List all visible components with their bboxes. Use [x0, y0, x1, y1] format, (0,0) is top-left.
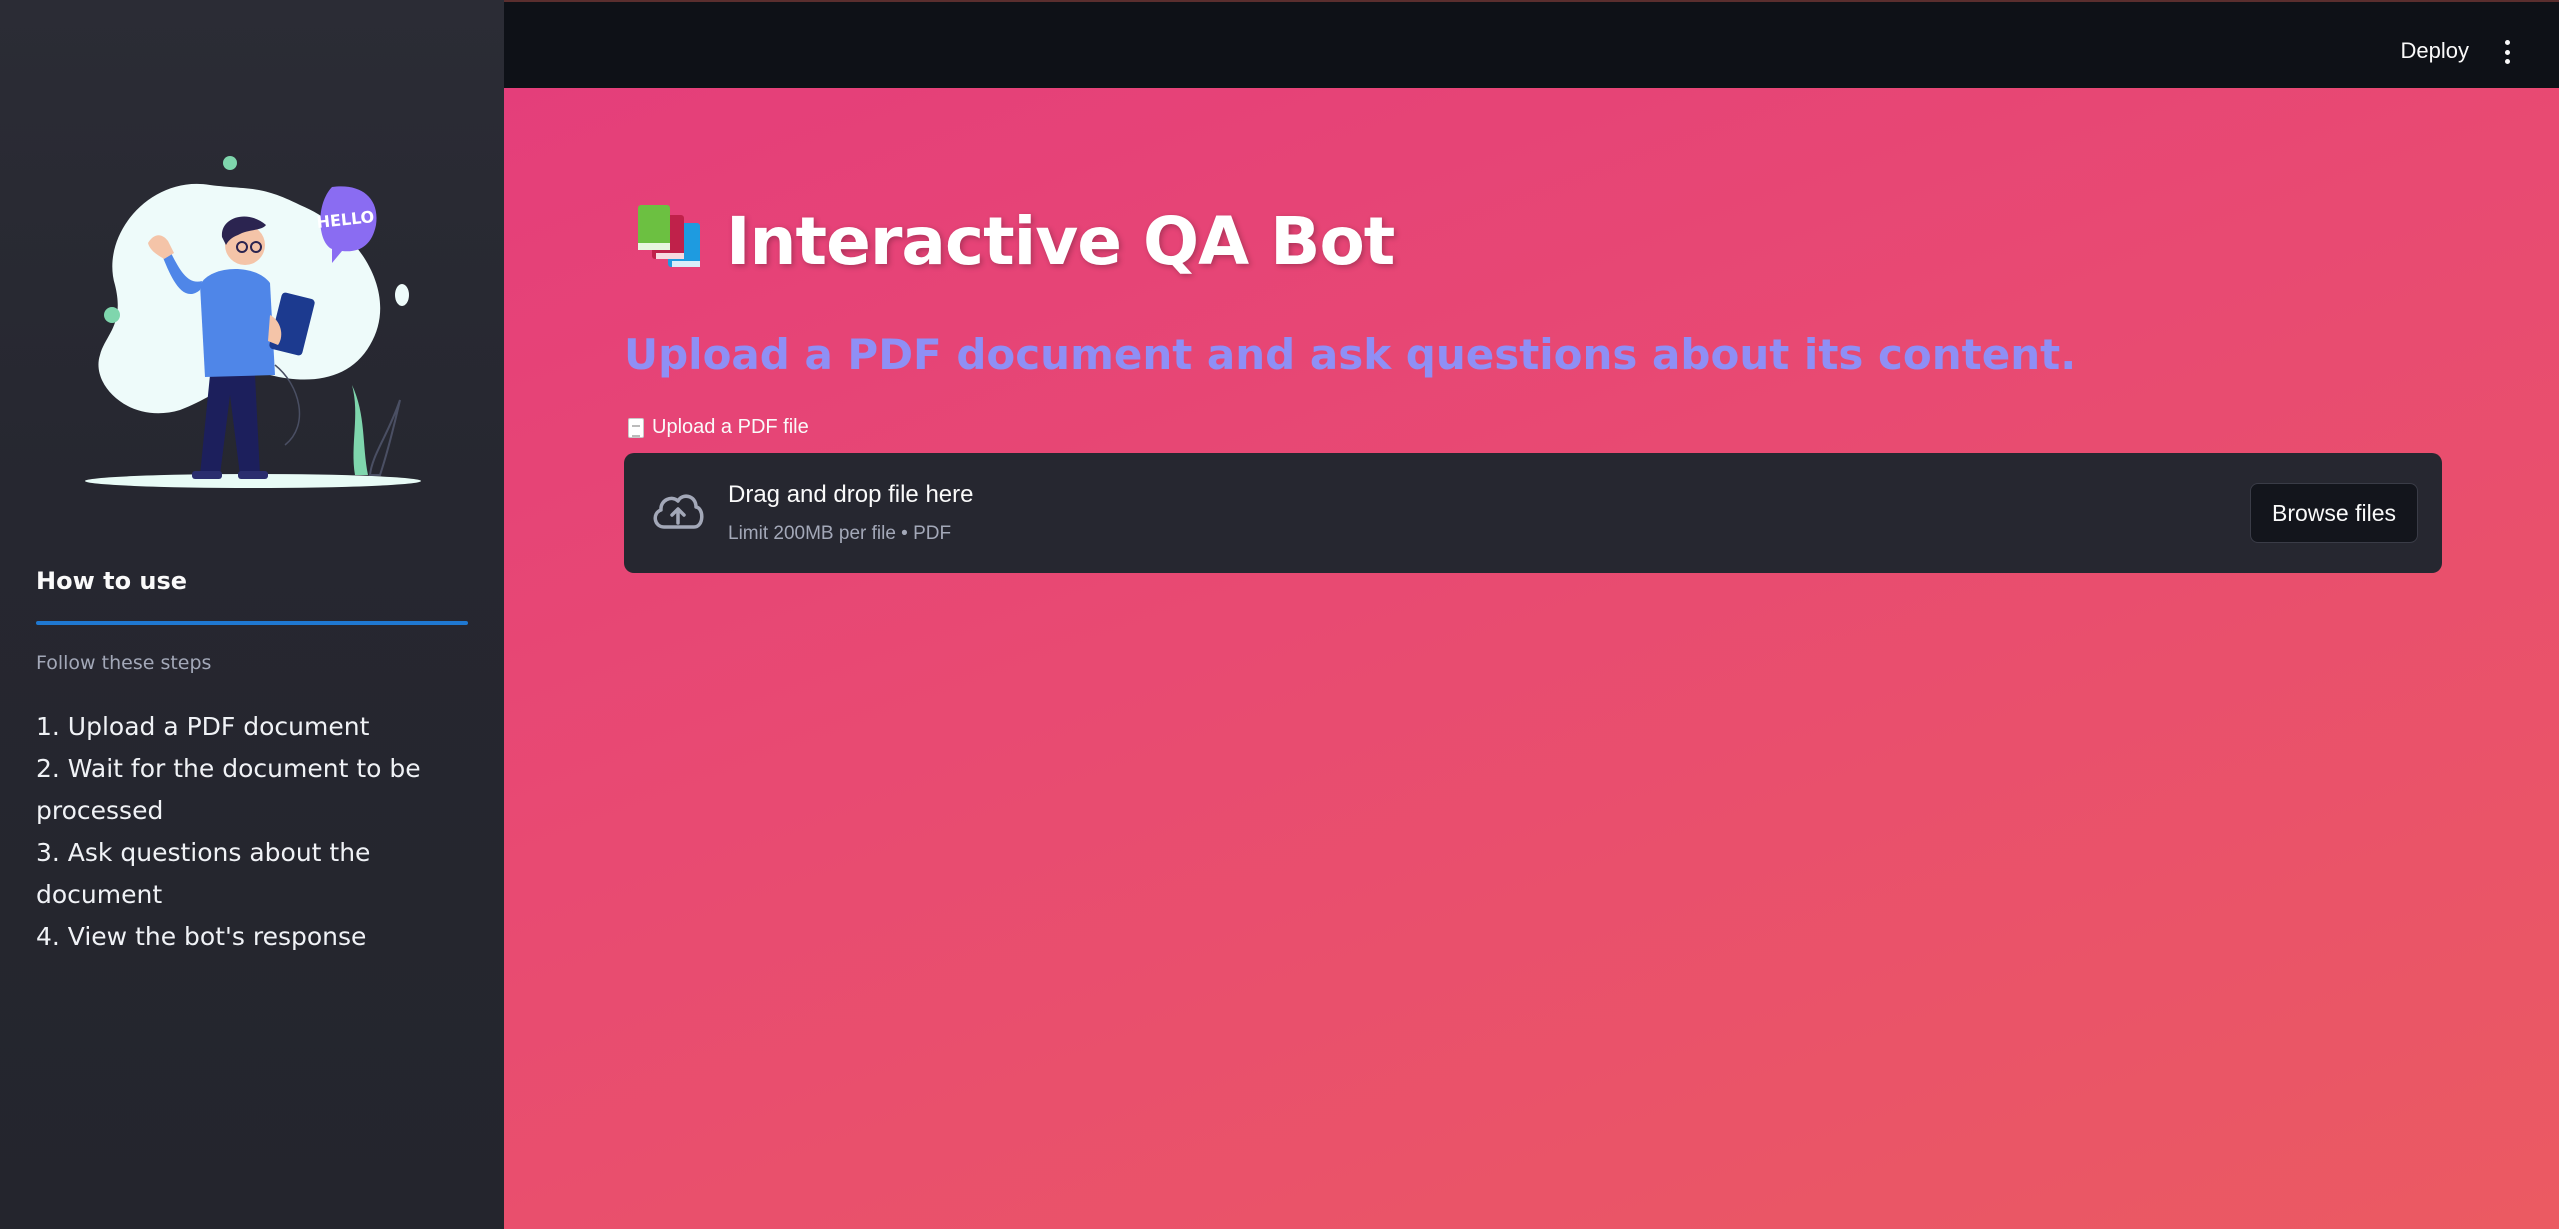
- uploader-label-text: Upload a PDF file: [652, 416, 809, 438]
- top-toolbar: Deploy: [504, 0, 2559, 88]
- page-title: Interactive QA Bot: [726, 202, 1395, 280]
- dropzone-title: Drag and drop file here: [728, 481, 974, 508]
- step-item: 2. Wait for the document to be processed: [36, 754, 421, 825]
- person-hello-illustration: HELLO: [85, 156, 421, 488]
- steps-list: 1. Upload a PDF document 2. Wait for the…: [36, 706, 476, 958]
- cloud-upload-icon: [653, 494, 704, 529]
- document-icon: [628, 417, 644, 438]
- uploader-label: Upload a PDF file: [628, 416, 809, 439]
- page-title-row: Interactive QA Bot: [632, 196, 1395, 286]
- step-item: 4. View the bot's response: [36, 922, 367, 951]
- app: HELLO How to use Follow these steps 1. U…: [0, 0, 2559, 1229]
- dropzone-limit: Limit 200MB per file • PDF: [728, 523, 952, 544]
- file-dropzone[interactable]: Drag and drop file here Limit 200MB per …: [624, 453, 2442, 573]
- step-item: 1. Upload a PDF document: [36, 712, 370, 741]
- page-subtitle: Upload a PDF document and ask questions …: [624, 330, 2077, 379]
- more-vertical-icon[interactable]: [2503, 40, 2511, 64]
- deploy-button[interactable]: Deploy: [2401, 38, 2469, 64]
- sidebar: HELLO How to use Follow these steps 1. U…: [0, 0, 504, 1229]
- sidebar-caption: Follow these steps: [36, 652, 212, 674]
- main-content: Deploy Interactive QA Bot Upload a PDF d…: [504, 0, 2559, 1229]
- sidebar-divider: [36, 621, 468, 625]
- sidebar-heading: How to use: [36, 567, 188, 595]
- step-item: 3. Ask questions about the document: [36, 838, 371, 909]
- books-icon: [638, 205, 700, 267]
- browse-files-button[interactable]: Browse files: [2250, 483, 2418, 543]
